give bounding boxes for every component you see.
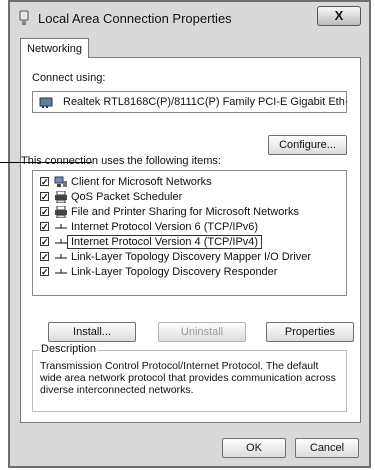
printer-icon <box>55 206 67 218</box>
list-item[interactable]: ✓ File and Printer Sharing for Microsoft… <box>33 205 346 220</box>
checkbox[interactable]: ✓ <box>40 267 49 277</box>
close-button[interactable]: X <box>317 6 361 26</box>
tab-networking[interactable]: Networking <box>20 38 90 58</box>
list-item-selected[interactable]: ✓ Internet Protocol Version 4 (TCP/IPv4) <box>33 235 346 250</box>
properties-dialog: Local Area Connection Properties X Netwo… <box>8 0 371 468</box>
item-label: Internet Protocol Version 4 (TCP/IPv4) <box>67 235 263 249</box>
checkbox[interactable]: ✓ <box>40 252 49 262</box>
description-text: Transmission Control Protocol/Internet P… <box>40 360 336 396</box>
items-label: This connection uses the following items… <box>21 155 221 167</box>
item-label: Internet Protocol Version 6 (TCP/IPv6) <box>71 221 259 233</box>
adapter-name: Realtek RTL8168C(P)/8111C(P) Family PCI-… <box>63 96 349 108</box>
ok-button[interactable]: OK <box>222 438 286 458</box>
title-bar[interactable]: Local Area Connection Properties X <box>10 2 369 36</box>
network-card-icon <box>39 97 53 108</box>
list-item[interactable]: ✓ Link-Layer Topology Discovery Mapper I… <box>33 250 346 265</box>
window-title: Local Area Connection Properties <box>38 11 232 26</box>
callout-pointer-line <box>0 162 92 163</box>
protocol-icon <box>55 254 67 259</box>
adapter-field: Realtek RTL8168C(P)/8111C(P) Family PCI-… <box>32 91 349 113</box>
checkbox[interactable]: ✓ <box>40 237 49 247</box>
properties-button[interactable]: Properties <box>266 322 354 342</box>
protocol-icon <box>55 224 67 229</box>
list-item[interactable]: ✓ Client for Microsoft Networks <box>33 175 346 190</box>
checkbox[interactable]: ✓ <box>40 207 49 217</box>
network-adapter-icon <box>19 10 29 25</box>
list-item[interactable]: ✓ QoS Packet Scheduler <box>33 190 346 205</box>
protocol-icon <box>55 239 67 244</box>
item-label: QoS Packet Scheduler <box>71 191 183 203</box>
network-client-icon <box>54 176 67 187</box>
list-item[interactable]: ✓ Internet Protocol Version 6 (TCP/IPv6) <box>33 220 346 235</box>
items-list[interactable]: ✓ Client for Microsoft Networks ✓ QoS Pa… <box>32 170 347 296</box>
item-label: Link-Layer Topology Discovery Mapper I/O… <box>71 251 312 263</box>
uninstall-button[interactable]: Uninstall <box>158 322 246 342</box>
list-item[interactable]: ✓ Link-Layer Topology Discovery Responde… <box>33 265 346 280</box>
connect-using-label: Connect using: <box>32 72 106 84</box>
install-button[interactable]: Install... <box>48 322 136 342</box>
checkbox[interactable]: ✓ <box>40 222 49 232</box>
networking-panel: Connect using: Realtek RTL8168C(P)/8111C… <box>20 57 361 423</box>
item-label: Link-Layer Topology Discovery Responder <box>71 266 278 278</box>
protocol-icon <box>55 269 67 274</box>
item-label: Client for Microsoft Networks <box>71 176 212 188</box>
configure-button[interactable]: Configure... <box>268 135 347 155</box>
description-group: Description Transmission Control Protoco… <box>32 343 347 412</box>
printer-icon <box>55 191 67 203</box>
cancel-button[interactable]: Cancel <box>295 438 359 458</box>
checkbox[interactable]: ✓ <box>40 192 49 202</box>
checkbox[interactable]: ✓ <box>40 177 49 187</box>
description-legend: Description <box>39 343 99 355</box>
item-label: File and Printer Sharing for Microsoft N… <box>71 206 300 218</box>
